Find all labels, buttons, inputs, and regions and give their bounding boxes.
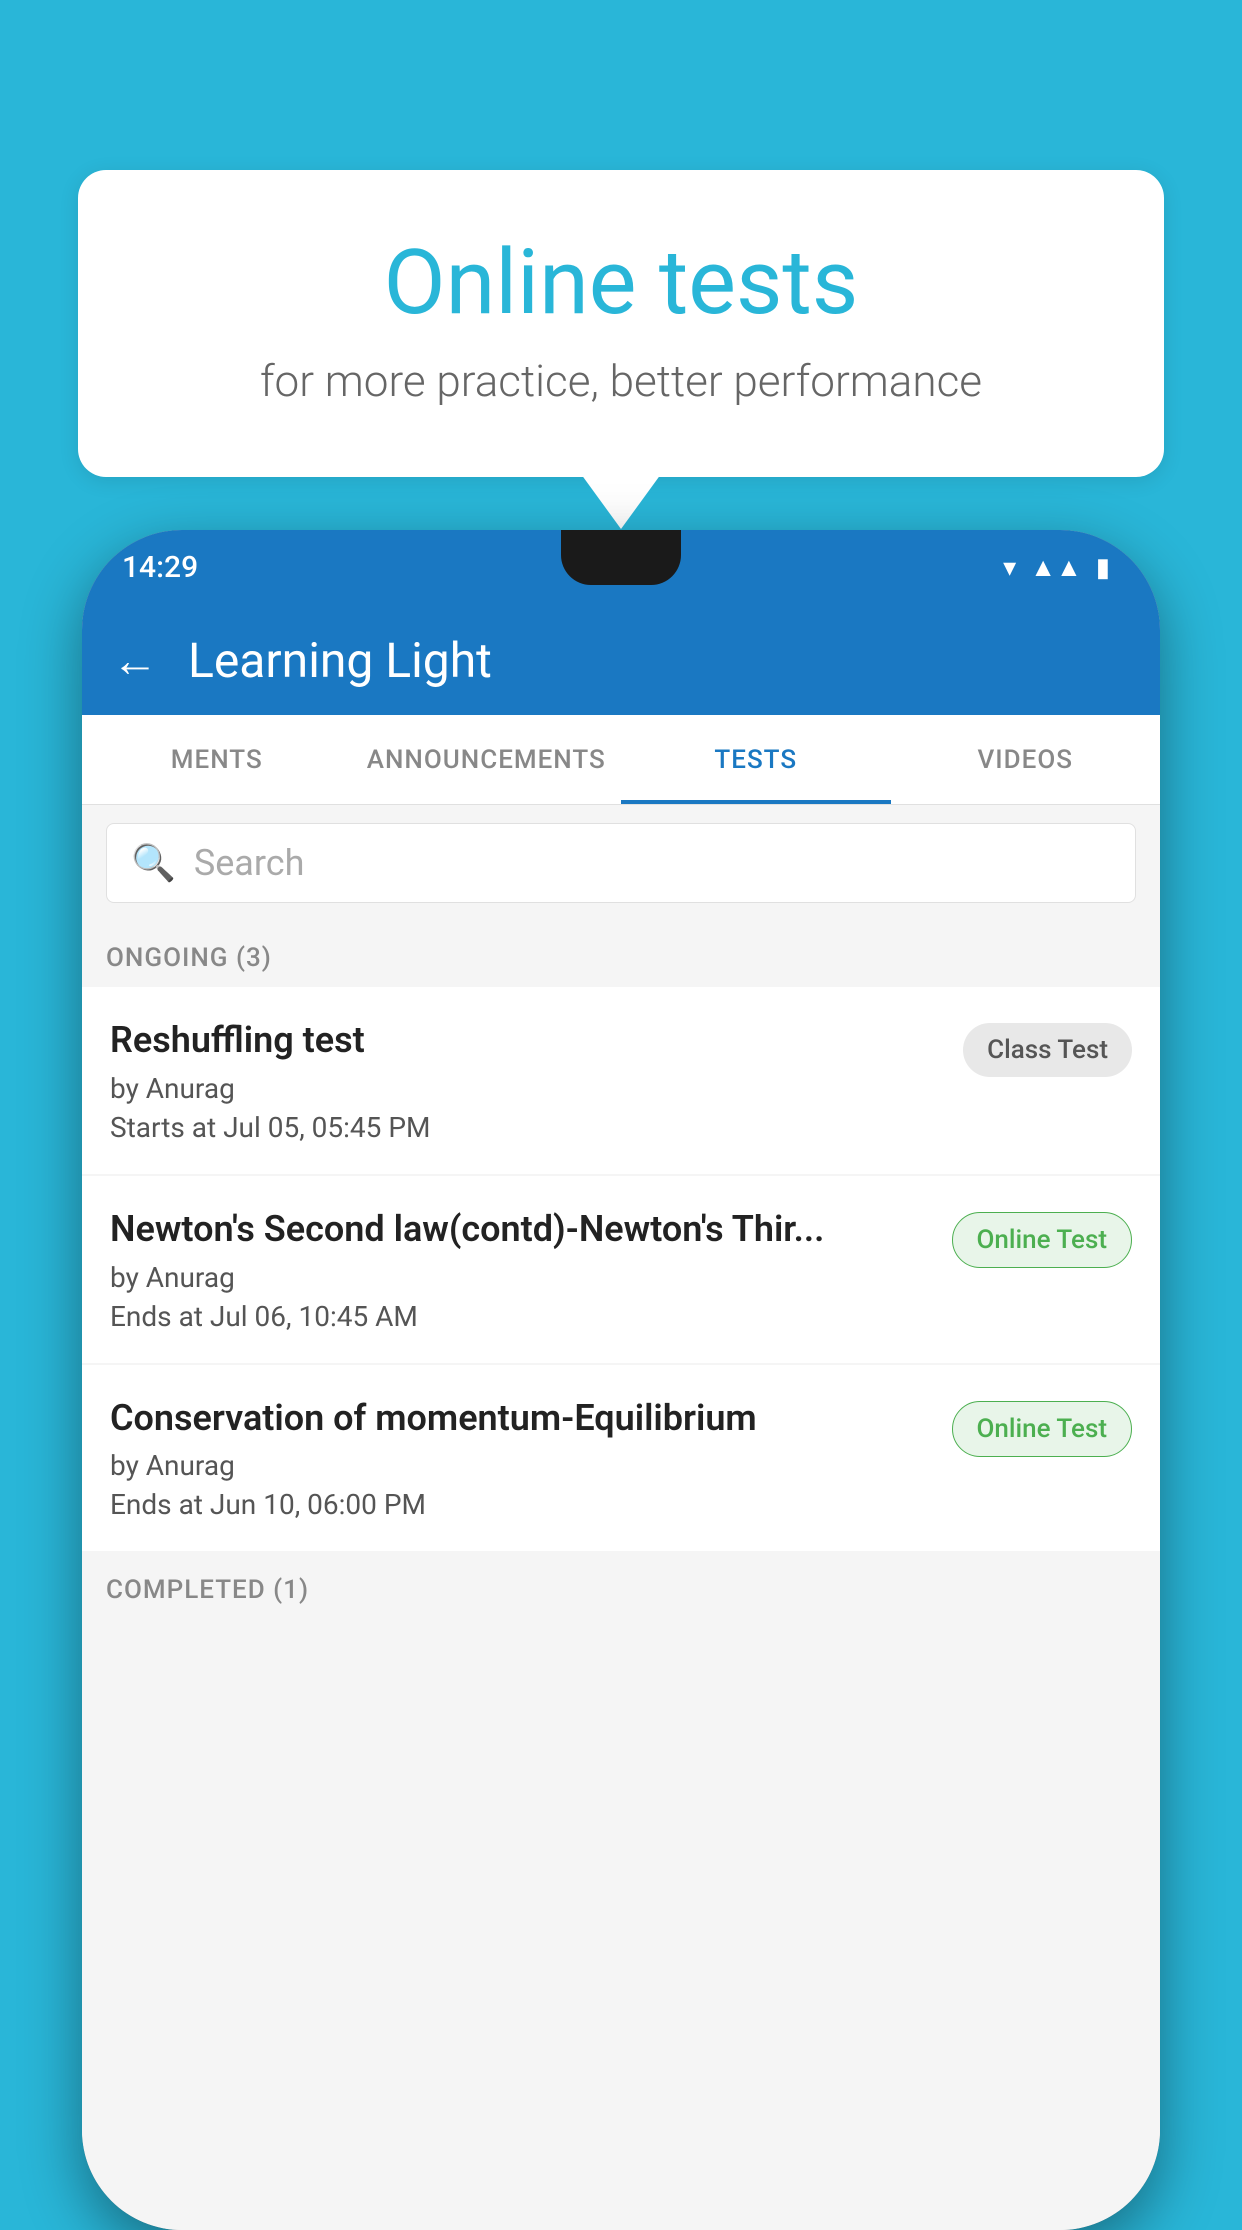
status-bar: 14:29 ▾ ▲▲ ▮ [82,530,1160,605]
wifi-icon: ▾ [1003,553,1016,583]
bubble-subtitle: for more practice, better performance [158,355,1084,407]
phone-notch [561,530,681,585]
status-time: 14:29 [122,550,198,585]
test-item[interactable]: Conservation of momentum-Equilibrium by … [82,1365,1160,1552]
test-author: by Anurag [110,1261,932,1294]
test-author: by Anurag [110,1449,932,1482]
tabs-bar: MENTS ANNOUNCEMENTS TESTS VIDEOS [82,715,1160,805]
battery-icon: ▮ [1096,553,1110,583]
signal-icon: ▲▲ [1030,552,1081,583]
bubble-title: Online tests [158,230,1084,335]
search-icon: 🔍 [131,842,176,884]
test-time: Ends at Jul 06, 10:45 AM [110,1300,932,1333]
app-header: ← Learning Light [82,605,1160,715]
search-input[interactable]: Search [194,842,305,884]
test-info: Conservation of momentum-Equilibrium by … [110,1395,932,1522]
test-info: Reshuffling test by Anurag Starts at Jul… [110,1017,943,1144]
status-icons: ▾ ▲▲ ▮ [1003,552,1110,583]
test-item[interactable]: Newton's Second law(contd)-Newton's Thir… [82,1176,1160,1363]
search-container: 🔍 Search [82,805,1160,921]
test-info: Newton's Second law(contd)-Newton's Thir… [110,1206,932,1333]
test-name: Newton's Second law(contd)-Newton's Thir… [110,1206,932,1253]
content-area: ONGOING (3) Reshuffling test by Anurag S… [82,921,1160,2230]
test-time: Ends at Jun 10, 06:00 PM [110,1488,932,1521]
phone-frame: 14:29 ▾ ▲▲ ▮ ← Learning Light MENTS ANNO… [82,530,1160,2230]
test-badge-online: Online Test [952,1212,1133,1268]
test-name: Reshuffling test [110,1017,943,1064]
ongoing-section-header: ONGOING (3) [82,921,1160,987]
search-bar[interactable]: 🔍 Search [106,823,1136,903]
test-name: Conservation of momentum-Equilibrium [110,1395,932,1442]
tab-ments[interactable]: MENTS [82,715,352,804]
test-badge-class: Class Test [963,1023,1132,1077]
tab-videos[interactable]: VIDEOS [891,715,1161,804]
phone-inner: 14:29 ▾ ▲▲ ▮ ← Learning Light MENTS ANNO… [82,530,1160,2230]
test-item[interactable]: Reshuffling test by Anurag Starts at Jul… [82,987,1160,1174]
completed-section-header: COMPLETED (1) [82,1553,1160,1619]
back-button[interactable]: ← [112,633,158,688]
test-time: Starts at Jul 05, 05:45 PM [110,1111,943,1144]
test-badge-online: Online Test [952,1401,1133,1457]
tab-announcements[interactable]: ANNOUNCEMENTS [352,715,622,804]
speech-bubble: Online tests for more practice, better p… [78,170,1164,477]
tab-tests[interactable]: TESTS [621,715,891,804]
app-title: Learning Light [188,632,492,689]
test-author: by Anurag [110,1072,943,1105]
